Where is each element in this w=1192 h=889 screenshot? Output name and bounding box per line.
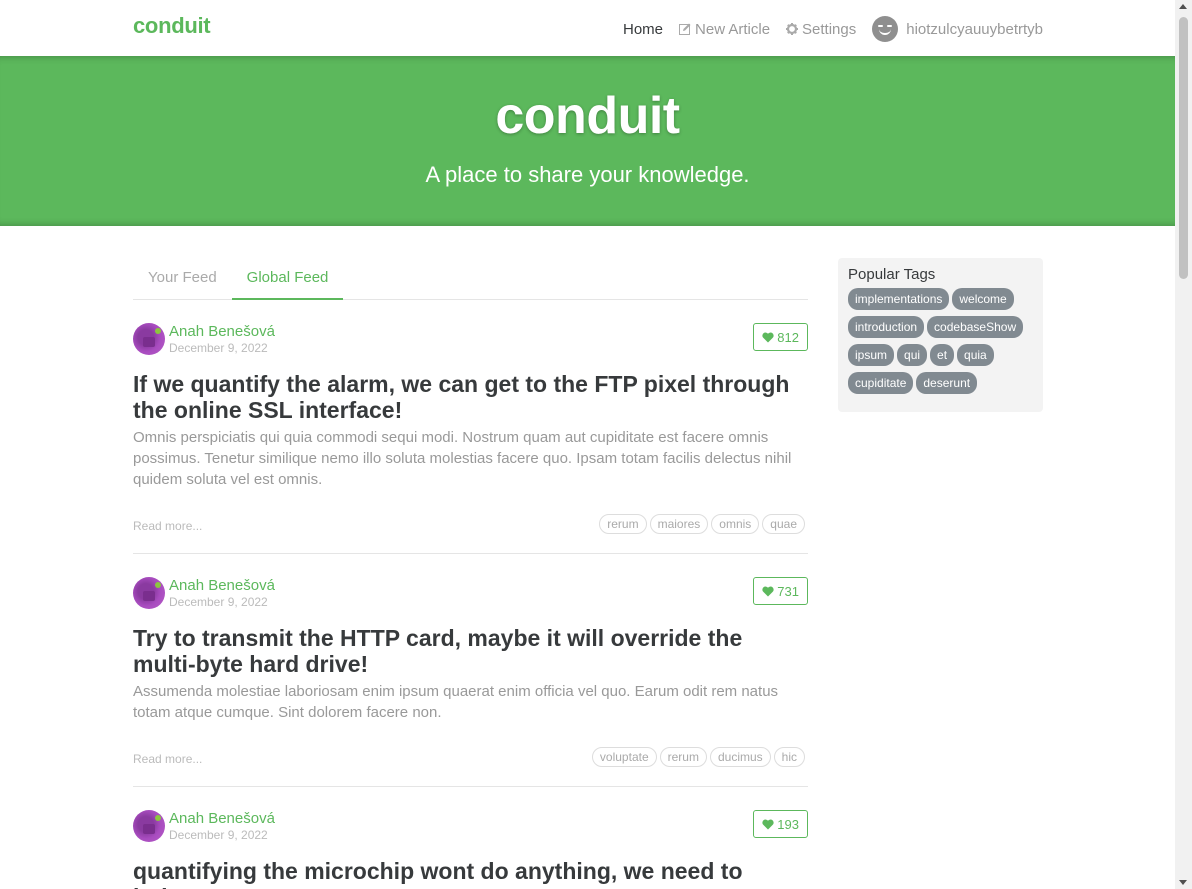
- article-tag-list: rerum maiores omnis quae: [599, 514, 805, 534]
- heart-icon: [762, 586, 774, 596]
- article-tag: maiores: [649, 514, 709, 534]
- nav-new-article-label: New Article: [695, 20, 771, 38]
- article-footer: Read more... voluptate rerum ducimus hic: [133, 741, 808, 771]
- scroll-up-arrow[interactable]: [1179, 4, 1187, 9]
- nav-new-article-link[interactable]: New Article: [679, 21, 770, 38]
- article-meta: Anah Benešová December 9, 2022 193: [133, 810, 808, 844]
- tag-pill[interactable]: welcome: [952, 288, 1014, 310]
- article-date: December 9, 2022: [169, 341, 268, 355]
- banner-subtitle: A place to share your knowledge.: [425, 162, 750, 187]
- banner-title: conduit: [495, 87, 680, 145]
- tab-global-feed[interactable]: Global Feed: [231, 259, 344, 300]
- heart-icon: [762, 819, 774, 829]
- user-avatar: [872, 16, 899, 42]
- feed-tabs: Your Feed Global Feed: [133, 259, 808, 300]
- scroll-down-arrow[interactable]: [1179, 880, 1187, 885]
- nav-profile-link[interactable]: hiotzulcyauuybetrtyb: [872, 16, 1043, 42]
- favorite-button[interactable]: 812: [753, 323, 808, 351]
- tag-pill[interactable]: codebaseShow: [927, 316, 1024, 338]
- article-date: December 9, 2022: [169, 595, 268, 609]
- article-tag: hic: [773, 747, 805, 767]
- tag-pill[interactable]: quia: [957, 344, 994, 366]
- sidebar-title: Popular Tags: [848, 266, 936, 283]
- author-name[interactable]: Anah Benešová: [169, 577, 275, 594]
- article-tag: rerum: [659, 747, 707, 767]
- article-date: December 9, 2022: [169, 828, 268, 842]
- navbar: conduit Home New Article Settings hiotzu…: [0, 0, 1175, 56]
- heart-icon: [762, 332, 774, 342]
- nav-home-label: Home: [623, 20, 664, 38]
- article-preview: Anah Benešová December 9, 2022 731 Try t…: [133, 577, 808, 787]
- favorite-count: 812: [777, 329, 799, 345]
- tag-pill[interactable]: introduction: [848, 316, 925, 338]
- favorite-button[interactable]: 193: [753, 810, 808, 838]
- article-preview: Anah Benešová December 9, 2022 193 quant…: [133, 810, 808, 889]
- read-more-link[interactable]: Read more...: [133, 519, 202, 533]
- tag-pill[interactable]: ipsum: [848, 344, 895, 366]
- author-avatar[interactable]: [133, 577, 165, 609]
- tab-your-feed[interactable]: Your Feed: [133, 259, 232, 300]
- nav-username: hiotzulcyauuybetrtyb: [906, 20, 1043, 38]
- article-footer: Read more... rerum maiores omnis quae: [133, 508, 808, 538]
- article-meta: Anah Benešová December 9, 2022 812: [133, 323, 808, 357]
- tag-pill[interactable]: deserunt: [916, 372, 978, 394]
- nav-settings-label: Settings: [802, 20, 857, 38]
- author-name[interactable]: Anah Benešová: [169, 323, 275, 340]
- article-tag: omnis: [711, 514, 760, 534]
- nav-home-link[interactable]: Home: [623, 21, 663, 38]
- favorite-button[interactable]: 731: [753, 577, 808, 605]
- hero-banner: conduit A place to share your knowledge.: [0, 56, 1175, 226]
- tag-pill[interactable]: cupiditate: [848, 372, 914, 394]
- vertical-scrollbar[interactable]: [1175, 0, 1192, 889]
- article-description: Omnis perspiciatis qui quia commodi sequ…: [133, 429, 792, 488]
- popular-tags-sidebar: Popular Tags implementations welcome int…: [838, 258, 1043, 412]
- author-avatar[interactable]: [133, 810, 165, 842]
- article-tag: ducimus: [709, 747, 771, 767]
- article-title[interactable]: quantifying the microchip wont do anythi…: [133, 858, 808, 889]
- article-tag: voluptate: [591, 747, 657, 767]
- article-title[interactable]: If we quantify the alarm, we can get to …: [133, 371, 808, 423]
- favorite-count: 193: [777, 816, 799, 832]
- edit-icon: [679, 23, 691, 35]
- author-avatar[interactable]: [133, 323, 165, 355]
- author-name[interactable]: Anah Benešová: [169, 810, 275, 827]
- tag-pill[interactable]: et: [930, 344, 955, 366]
- article-preview: Anah Benešová December 9, 2022 812 If we…: [133, 323, 808, 554]
- article-meta: Anah Benešová December 9, 2022 731: [133, 577, 808, 611]
- article-tag: quae: [762, 514, 805, 534]
- read-more-link[interactable]: Read more...: [133, 752, 202, 766]
- brand-logo[interactable]: conduit: [133, 13, 211, 39]
- gear-icon: [786, 23, 799, 35]
- nav-links: Home New Article Settings hiotzulcyauuyb…: [623, 16, 1043, 42]
- tag-cloud: implementations welcome introduction cod…: [848, 288, 1033, 394]
- favorite-count: 731: [777, 583, 799, 599]
- article-title[interactable]: Try to transmit the HTTP card, maybe it …: [133, 625, 808, 677]
- scroll-thumb[interactable]: [1179, 17, 1188, 279]
- nav-settings-link[interactable]: Settings: [786, 21, 856, 38]
- article-tag-list: voluptate rerum ducimus hic: [591, 747, 805, 767]
- article-tag: rerum: [599, 514, 647, 534]
- tag-pill[interactable]: qui: [897, 344, 928, 366]
- article-description: Assumenda molestiae laboriosam enim ipsu…: [133, 683, 779, 721]
- tag-pill[interactable]: implementations: [848, 288, 950, 310]
